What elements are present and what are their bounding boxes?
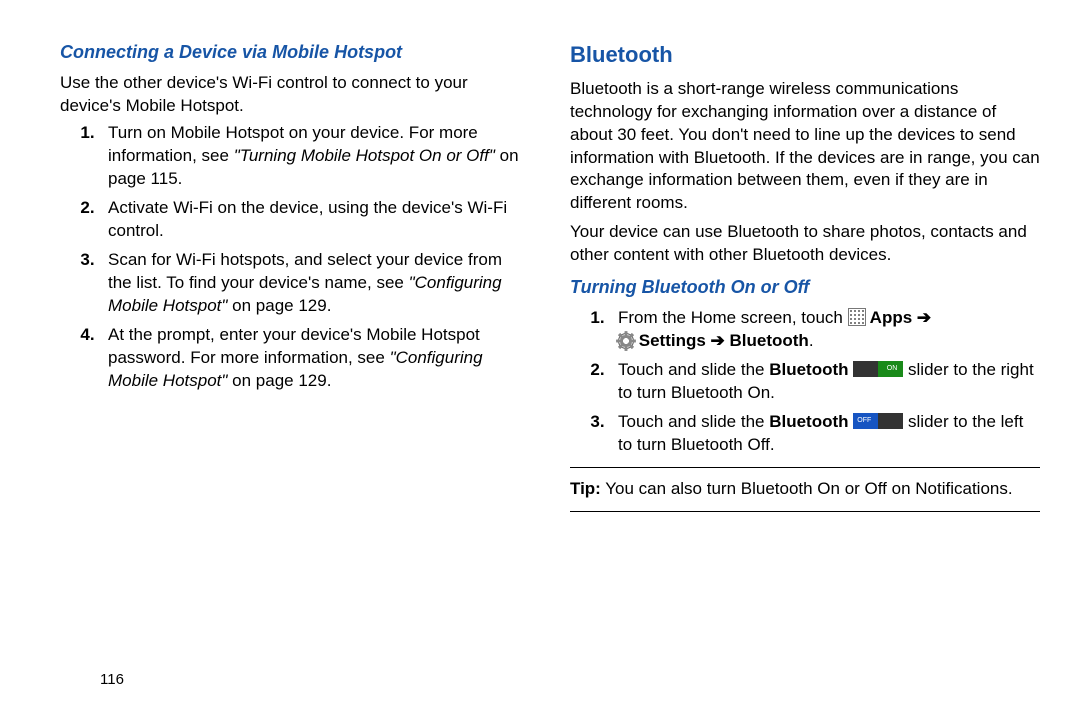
bluetooth-description-1: Bluetooth is a short-range wireless comm…: [570, 78, 1040, 216]
tip-label: Tip:: [570, 479, 601, 498]
toggle-off-icon: [853, 413, 903, 429]
heading-bluetooth: Bluetooth: [570, 40, 1040, 70]
manual-page: Connecting a Device via Mobile Hotspot U…: [0, 0, 1080, 522]
tip-text: You can also turn Bluetooth On or Off on…: [601, 479, 1013, 498]
tip-line: Tip: You can also turn Bluetooth On or O…: [570, 478, 1040, 501]
bt-step1-a: From the Home screen, touch: [618, 308, 848, 327]
settings-label: Settings: [639, 331, 711, 350]
heading-connecting-device: Connecting a Device via Mobile Hotspot: [60, 40, 530, 64]
intro-text: Use the other device's Wi-Fi control to …: [60, 72, 530, 118]
apps-label: Apps: [866, 308, 917, 327]
bluetooth-description-2: Your device can use Bluetooth to share p…: [570, 221, 1040, 267]
divider: [570, 467, 1040, 468]
period: .: [809, 331, 814, 350]
arrow-icon: ➔: [917, 308, 931, 327]
arrow-icon: ➔: [711, 331, 725, 350]
bluetooth-label: Bluetooth: [725, 331, 809, 350]
bt-step-2: Touch and slide the Bluetooth slider to …: [614, 359, 1040, 405]
step-1: Turn on Mobile Hotspot on your device. F…: [104, 122, 530, 191]
bluetooth-word: Bluetooth: [769, 412, 848, 431]
apps-icon: [848, 308, 866, 326]
bluetooth-word: Bluetooth: [769, 360, 848, 379]
bt-step2-a: Touch and slide the: [618, 360, 769, 379]
step-4: At the prompt, enter your device's Mobil…: [104, 324, 530, 393]
step3-text-b: on page 129.: [227, 296, 331, 315]
heading-turning-bluetooth: Turning Bluetooth On or Off: [570, 275, 1040, 299]
page-number: 116: [100, 670, 124, 690]
toggle-on-icon: [853, 361, 903, 377]
hotspot-steps: Turn on Mobile Hotspot on your device. F…: [60, 122, 530, 392]
left-column: Connecting a Device via Mobile Hotspot U…: [60, 40, 530, 522]
bluetooth-steps: From the Home screen, touch Apps ➔ Setti…: [570, 307, 1040, 457]
bt-step-3: Touch and slide the Bluetooth slider to …: [614, 411, 1040, 457]
step4-text-b: on page 129.: [227, 371, 331, 390]
settings-icon: [618, 333, 634, 349]
step-3: Scan for Wi-Fi hotspots, and select your…: [104, 249, 530, 318]
bt-step3-a: Touch and slide the: [618, 412, 769, 431]
right-column: Bluetooth Bluetooth is a short-range wir…: [570, 40, 1040, 522]
bt-step-1: From the Home screen, touch Apps ➔ Setti…: [614, 307, 1040, 353]
step1-reference: "Turning Mobile Hotspot On or Off": [234, 146, 495, 165]
divider: [570, 511, 1040, 512]
step-2: Activate Wi-Fi on the device, using the …: [104, 197, 530, 243]
